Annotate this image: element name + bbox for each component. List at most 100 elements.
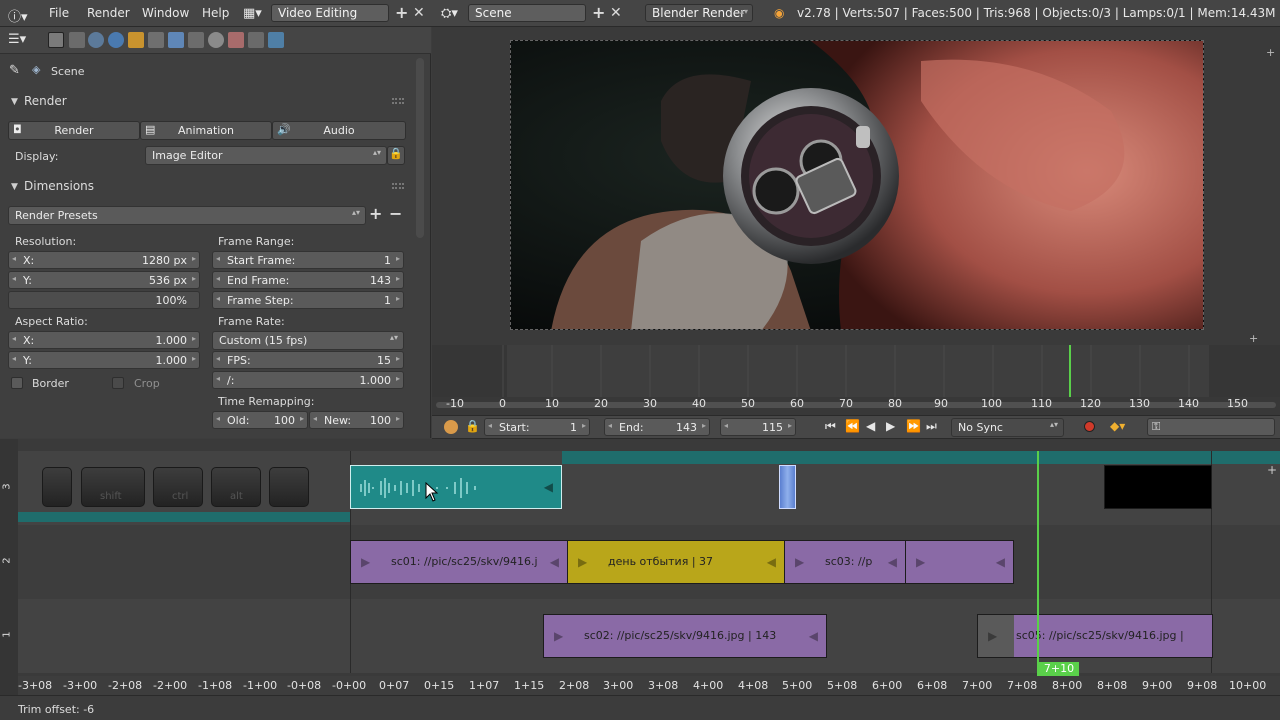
resolution-x-field[interactable]: ◂ X: 1280 px ▸ xyxy=(8,251,200,269)
remove-screen-icon[interactable]: ✕ xyxy=(413,4,425,22)
play-reverse-icon[interactable]: ◀ xyxy=(866,419,875,433)
clapper-icon: ▤ xyxy=(145,123,156,136)
resolution-y-field[interactable]: ◂ Y: 536 px ▸ xyxy=(8,271,200,289)
channel-number: 3 xyxy=(1,483,13,490)
remap-new-field[interactable]: ◂ New: 100 ▸ xyxy=(309,411,404,429)
preview-split-icon[interactable]: + xyxy=(1266,46,1275,59)
constraints-tab-icon[interactable] xyxy=(148,32,164,48)
seq-ruler-label: 0+07 xyxy=(379,679,410,692)
dimensions-panel-collapse-icon[interactable]: ▼ xyxy=(11,182,18,192)
aspect-y-field[interactable]: ◂ Y: 1.000 ▸ xyxy=(8,351,200,369)
status-bar: Trim offset: -6 xyxy=(0,695,1280,720)
render-panel-title[interactable]: Render xyxy=(24,94,67,108)
tl-start-field[interactable]: ◂ Start: 1 ▸ xyxy=(484,418,590,436)
animation-button[interactable]: ▤ Animation xyxy=(140,121,272,140)
preview-frame[interactable] xyxy=(510,40,1204,330)
add-screen-icon[interactable]: + xyxy=(395,4,408,22)
play-icon[interactable]: ▶ xyxy=(886,419,895,433)
crop-checkbox[interactable] xyxy=(112,377,124,389)
menu-window[interactable]: Window xyxy=(142,6,189,20)
border-checkbox[interactable] xyxy=(11,377,23,389)
sync-mode-select[interactable]: No Sync ▴▾ xyxy=(951,418,1064,437)
frame-step-field[interactable]: ◂ Frame Step: 1 ▸ xyxy=(212,291,404,309)
texture-tab-icon[interactable] xyxy=(228,32,244,48)
black-color-strip[interactable] xyxy=(1104,465,1212,509)
frame-rate-select[interactable]: Custom (15 fps) ▴▾ xyxy=(212,331,404,350)
lock-interface-icon[interactable]: 🔒 xyxy=(387,146,405,165)
audio-strip[interactable]: ◀ xyxy=(350,465,562,509)
menu-file[interactable]: File xyxy=(49,6,69,20)
color-strip[interactable] xyxy=(779,465,796,509)
dimensions-panel-grip-icon[interactable] xyxy=(392,183,404,189)
timeline-editor[interactable] xyxy=(432,345,1280,415)
preview-corner-icon[interactable]: + xyxy=(1249,332,1258,345)
render-engine-select[interactable]: Blender Render ▴▾ xyxy=(645,4,753,22)
meta-strip[interactable]: ▶ sc03: //p ◀ xyxy=(784,540,906,584)
sequencer-corner-icon[interactable]: + xyxy=(1267,463,1277,477)
add-preset-icon[interactable]: + xyxy=(369,204,382,223)
resolution-percentage-field[interactable]: 100% xyxy=(8,291,200,309)
jump-end-icon[interactable]: ⏭ xyxy=(926,419,937,434)
end-frame-field[interactable]: ◂ End Frame: 143 ▸ xyxy=(212,271,404,289)
keying-set-field[interactable]: ⚿ xyxy=(1147,418,1275,436)
timeline-scrollbar[interactable] xyxy=(436,402,1276,408)
screen-layout-field[interactable]: Video Editing xyxy=(271,4,389,22)
pin-icon[interactable]: ✎ xyxy=(9,63,20,78)
properties-scrollbar[interactable] xyxy=(416,58,424,238)
timeline-header: 🔒 ◂ Start: 1 ▸ ◂ End: 143 ▸ ◂ 115 ▸ ⏮ ⏪ ◀ ▶ ⏩ ⏭ … xyxy=(432,415,1280,439)
menu-help[interactable]: Help xyxy=(202,6,229,20)
menu-render[interactable]: Render xyxy=(87,6,130,20)
info-editor-icon[interactable]: ⓘ▾ xyxy=(8,6,28,25)
start-frame-field[interactable]: ◂ Start Frame: 1 ▸ xyxy=(212,251,404,269)
meta-strip[interactable]: ▶ sc01: //pic/sc25/skv/9416.j ◀ xyxy=(350,540,568,584)
data-tab-icon[interactable] xyxy=(188,32,204,48)
display-select[interactable]: Image Editor ▴▾ xyxy=(145,146,387,165)
timeline-editor-icon[interactable] xyxy=(444,420,458,434)
tl-current-frame-field[interactable]: ◂ 115 ▸ xyxy=(720,418,796,436)
tl-ruler-label: 40 xyxy=(692,397,706,410)
jump-key-forward-icon[interactable]: ⏩ xyxy=(906,419,921,433)
fps-field[interactable]: ◂ FPS: 15 ▸ xyxy=(212,351,404,369)
meta-strip[interactable]: ▶ sc05: //pic/sc25/skv/9416.jpg | xyxy=(977,614,1213,658)
blender-logo-icon: ◉ xyxy=(774,6,785,20)
world-tab-icon[interactable] xyxy=(108,32,124,48)
remove-preset-icon[interactable]: − xyxy=(389,204,402,223)
meta-strip[interactable]: ▶ ◀ xyxy=(905,540,1014,584)
scene-tab-icon[interactable] xyxy=(88,32,104,48)
properties-editor-icon[interactable]: ☰▾ xyxy=(8,32,26,47)
render-tab-icon[interactable] xyxy=(48,32,64,48)
remap-old-field[interactable]: ◂ Old: 100 ▸ xyxy=(212,411,308,429)
jump-key-back-icon[interactable]: ⏪ xyxy=(845,419,860,433)
jump-start-icon[interactable]: ⏮ xyxy=(825,419,836,434)
record-icon[interactable] xyxy=(1084,421,1095,432)
add-scene-icon[interactable]: + xyxy=(592,4,605,22)
scene-icon[interactable]: ⛭▾ xyxy=(441,6,458,21)
text-strip[interactable]: ▶ день отбытия | 37 ◀ xyxy=(567,540,785,584)
render-presets-select[interactable]: Render Presets ▴▾ xyxy=(8,206,366,225)
render-panel-grip-icon[interactable] xyxy=(392,98,404,104)
scene-field[interactable]: Scene xyxy=(468,4,586,22)
modifiers-tab-icon[interactable] xyxy=(168,32,184,48)
dimensions-panel-title[interactable]: Dimensions xyxy=(24,179,94,193)
render-panel-collapse-icon[interactable]: ▼ xyxy=(11,97,18,107)
meta-strip[interactable]: ▶ sc02: //pic/sc25/skv/9416.jpg | 143 ◀ xyxy=(543,614,827,658)
tl-end-field[interactable]: ◂ End: 143 ▸ xyxy=(604,418,710,436)
sequencer-playhead[interactable] xyxy=(1037,451,1039,679)
render-layers-tab-icon[interactable] xyxy=(69,32,85,48)
object-tab-icon[interactable] xyxy=(128,32,144,48)
material-tab-icon[interactable] xyxy=(208,32,224,48)
particles-tab-icon[interactable] xyxy=(248,32,264,48)
keying-set-icon[interactable]: ◆▾ xyxy=(1110,419,1125,433)
aspect-x-field[interactable]: ◂ X: 1.000 ▸ xyxy=(8,331,200,349)
seq-ruler-label: 5+00 xyxy=(782,679,813,692)
fps-base-field[interactable]: ◂/: 1.000 ▸ xyxy=(212,371,404,389)
remove-scene-icon[interactable]: ✕ xyxy=(610,4,622,22)
physics-tab-icon[interactable] xyxy=(268,32,284,48)
lock-time-icon[interactable]: 🔒 xyxy=(465,419,480,433)
audio-button[interactable]: 🔊 Audio xyxy=(272,121,406,140)
tl-ruler-label: 80 xyxy=(888,397,902,410)
screen-layout-icon[interactable]: ▦▾ xyxy=(243,6,262,21)
render-button[interactable]: ◘ Render xyxy=(8,121,140,140)
area-resize-handle[interactable] xyxy=(432,333,446,345)
seq-ruler-label: -3+00 xyxy=(63,679,98,692)
